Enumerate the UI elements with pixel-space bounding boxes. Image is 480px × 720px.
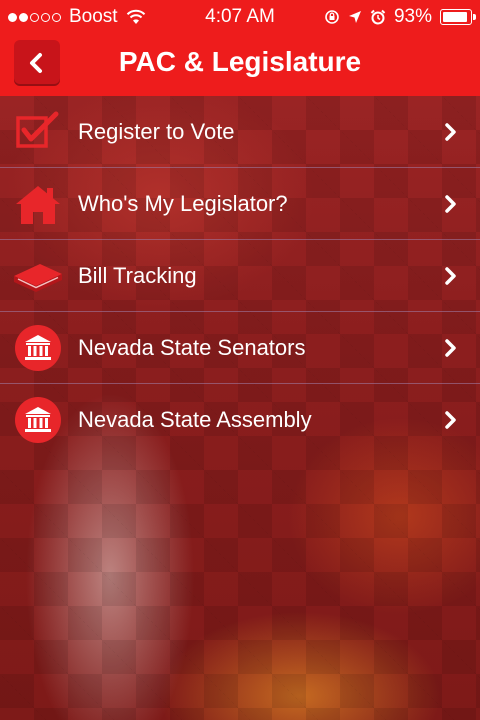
battery-icon — [440, 9, 476, 25]
menu-item-label: Nevada State Senators — [78, 335, 306, 360]
chevron-right-icon — [445, 411, 456, 429]
orientation-lock-icon — [325, 10, 339, 24]
menu-item-label: Nevada State Assembly — [78, 407, 312, 432]
menu-item-nevada-state-assembly[interactable]: Nevada State Assembly — [0, 384, 480, 456]
alarm-icon — [370, 9, 386, 25]
page-title: PAC & Legislature — [118, 46, 362, 77]
battery-percent: 93% — [393, 6, 432, 27]
status-bar: Boost 4:07 AM 93% — [0, 0, 480, 34]
house-icon — [16, 186, 60, 224]
menu-list: Register to Vote Who's My Legislator? Bi… — [0, 96, 480, 456]
chevron-right-icon — [445, 267, 456, 285]
book-icon — [14, 264, 62, 292]
menu-item-nevada-state-senators[interactable]: Nevada State Senators — [0, 312, 480, 384]
menu-item-label: Register to Vote — [78, 119, 235, 144]
capitol-building-icon — [15, 397, 61, 443]
checkbox-icon — [16, 111, 59, 148]
menu-item-register-to-vote[interactable]: Register to Vote — [0, 96, 480, 168]
menu-item-label: Who's My Legislator? — [78, 191, 288, 216]
navigation-bar: PAC & Legislature — [0, 34, 480, 96]
menu-item-label: Bill Tracking — [78, 263, 197, 288]
chevron-right-icon — [445, 123, 456, 141]
location-icon — [348, 11, 361, 23]
chevron-right-icon — [445, 339, 456, 357]
chevron-right-icon — [445, 195, 456, 213]
capitol-building-icon — [15, 325, 61, 371]
menu-item-bill-tracking[interactable]: Bill Tracking — [0, 240, 480, 312]
menu-item-whos-my-legislator[interactable]: Who's My Legislator? — [0, 168, 480, 240]
